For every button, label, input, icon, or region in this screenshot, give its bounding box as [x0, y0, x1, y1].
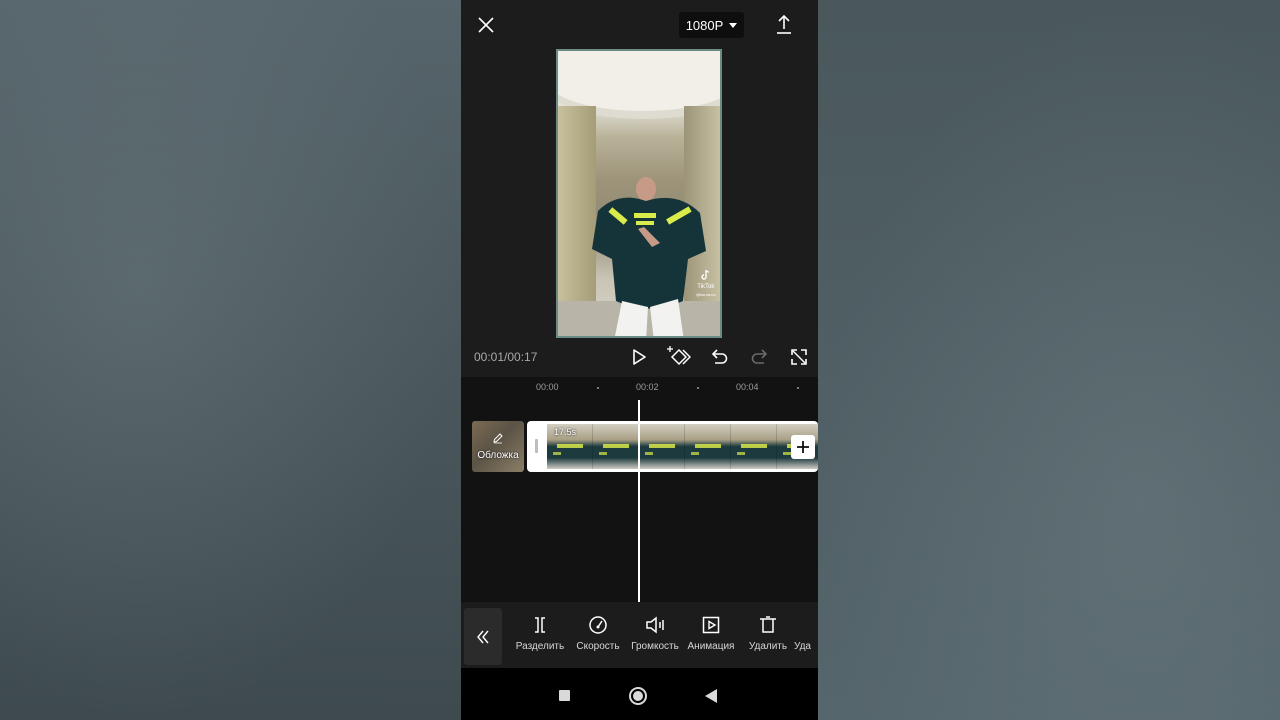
volume-icon [646, 616, 664, 634]
resolution-dropdown[interactable]: 1080P [679, 12, 744, 38]
ruler-dot [797, 387, 799, 389]
tool-label: Уда [794, 641, 811, 652]
video-clip[interactable]: 17.5s [527, 421, 818, 472]
redo-icon [751, 349, 768, 364]
delete-tool[interactable]: Удалить [740, 615, 796, 652]
undo-icon [711, 349, 728, 364]
fullscreen-icon [791, 349, 807, 365]
ruler-tick-label: 00:04 [736, 382, 759, 392]
add-clip-button[interactable] [791, 435, 815, 459]
video-preview[interactable]: TikTok @korna.no [556, 49, 722, 338]
ruler-dot [597, 387, 599, 389]
clip-filmstrip [547, 424, 818, 469]
close-button[interactable] [475, 14, 497, 36]
tiktok-logo-icon [701, 269, 709, 280]
pencil-icon [493, 433, 503, 444]
collapse-toolbar-button[interactable] [464, 608, 502, 665]
timecode: 00:01/00:17 [474, 350, 538, 364]
fullscreen-button[interactable] [788, 346, 810, 368]
recents-icon[interactable] [559, 690, 570, 701]
animation-tool[interactable]: Анимация [683, 615, 739, 652]
double-chevron-left-icon [477, 630, 489, 643]
clip-frame [731, 424, 777, 469]
delete-tool-partial[interactable]: Уда [794, 615, 818, 652]
cover-button[interactable]: Обложка [472, 421, 524, 472]
clip-trim-handle[interactable] [535, 439, 538, 453]
speed-tool[interactable]: Скорость [570, 615, 626, 652]
blurred-background-left [0, 0, 461, 720]
split-icon [535, 617, 545, 633]
timeline-panel[interactable]: 00:00 00:02 00:04 Обложка 17.5s [461, 377, 818, 602]
add-keyframe-button[interactable] [667, 346, 692, 368]
speed-icon [589, 616, 607, 634]
split-tool[interactable]: Разделить [512, 615, 568, 652]
playhead[interactable] [638, 400, 640, 602]
add-keyframe-icon [667, 346, 692, 366]
cover-label: Обложка [477, 450, 519, 461]
home-icon[interactable] [629, 687, 647, 705]
animation-icon [702, 616, 720, 634]
close-icon [478, 17, 494, 33]
caret-down-icon [729, 22, 738, 28]
tiktok-watermark: TikTok @korna.no [696, 269, 716, 299]
play-icon [633, 349, 646, 365]
clip-frame [593, 424, 639, 469]
redo-button[interactable] [749, 346, 771, 368]
ruler-dot [697, 387, 699, 389]
volume-tool[interactable]: Громкость [627, 615, 683, 652]
plus-icon [797, 441, 809, 453]
export-button[interactable] [774, 13, 794, 37]
clip-frame [639, 424, 685, 469]
undo-button[interactable] [708, 346, 730, 368]
tiktok-watermark-brand: TikTok [697, 284, 715, 290]
tool-label: Удалить [748, 641, 788, 652]
dancer-figure [592, 177, 706, 336]
export-icon [777, 14, 791, 34]
delete-icon [760, 616, 776, 633]
clip-frame [685, 424, 731, 469]
play-button[interactable] [628, 346, 650, 368]
back-icon[interactable] [705, 689, 717, 708]
preview-ceiling [558, 51, 720, 111]
edit-toolbar: Разделить Скорость Громкость Анимация Уд… [461, 602, 818, 668]
resolution-label: 1080P [685, 17, 724, 33]
tool-label: Анимация [687, 641, 735, 652]
tool-label: Громкость [631, 641, 679, 652]
ruler-tick-label: 00:00 [536, 382, 559, 392]
android-nav-bar [461, 668, 818, 720]
ruler-tick-label: 00:02 [636, 382, 659, 392]
tool-label: Разделить [515, 641, 565, 652]
clip-duration: 17.5s [554, 427, 577, 437]
tiktok-watermark-handle: @korna.no [696, 292, 716, 297]
blurred-background-right [818, 0, 1280, 720]
tool-label: Скорость [576, 641, 620, 652]
video-editor-screen: 1080P TikTok @korna.no 00:01/00:17 00:00… [461, 0, 818, 720]
